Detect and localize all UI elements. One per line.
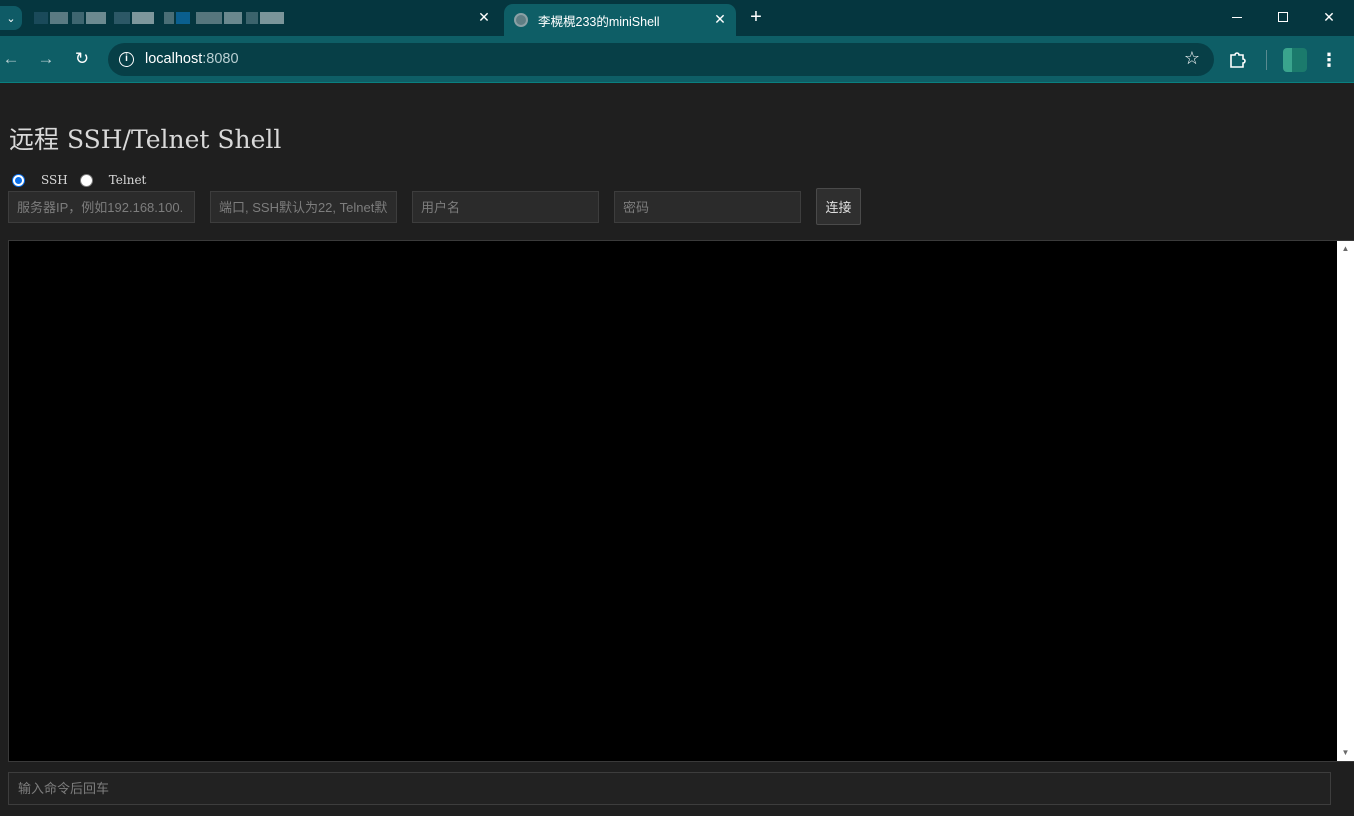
port-input[interactable] — [210, 191, 397, 223]
blurred-tab-title — [34, 11, 286, 25]
info-icon[interactable]: i — [119, 52, 134, 67]
blurred-block — [246, 12, 258, 24]
maximize-button[interactable] — [1260, 0, 1306, 34]
url-host: localhost — [145, 51, 203, 67]
close-icon[interactable]: ✕ — [712, 11, 728, 27]
blurred-block — [132, 12, 154, 24]
command-input[interactable] — [8, 772, 1331, 805]
blurred-block — [72, 12, 84, 24]
tab-title: 李榥榥233的miniShell — [538, 14, 660, 29]
puzzle-icon[interactable] — [1228, 49, 1248, 69]
blurred-block — [196, 12, 222, 24]
username-input[interactable] — [412, 191, 599, 223]
profile-avatar[interactable] — [1283, 48, 1307, 72]
window-close-button[interactable]: ✕ — [1306, 0, 1352, 34]
blurred-block — [224, 12, 242, 24]
toolbar-divider — [1266, 50, 1267, 70]
connect-button[interactable]: 连接 — [816, 188, 861, 225]
radio-ssh[interactable] — [12, 173, 25, 187]
scroll-down-icon[interactable]: ▼ — [1337, 745, 1354, 761]
blurred-block — [260, 12, 284, 24]
arrow-right-icon[interactable]: → — [35, 48, 57, 70]
url-port: :8080 — [202, 51, 239, 67]
tab-search-chevron-icon[interactable]: ⌄ — [0, 6, 22, 30]
reload-icon[interactable]: ↻ — [71, 48, 93, 70]
blurred-block — [86, 12, 106, 24]
page-title: 远程 SSH/Telnet Shell — [9, 125, 282, 154]
tab-inactive[interactable]: ✕ — [24, 4, 498, 32]
page-content: 远程 SSH/Telnet Shell SSH Telnet 连接 ▲ ▼ — [0, 84, 1354, 816]
new-tab-plus-icon[interactable]: + — [746, 7, 766, 27]
address-bar[interactable]: i localhost:8080 ☆ — [108, 43, 1214, 76]
globe-icon — [514, 13, 528, 27]
blurred-block — [176, 12, 190, 24]
arrow-left-icon[interactable]: ← — [0, 48, 22, 70]
password-input[interactable] — [614, 191, 801, 223]
url-text[interactable]: localhost:8080 — [145, 51, 239, 67]
tab-strip: ⌄ ✕ 李榥榥233的miniShell ✕ + ✕ — [0, 0, 1354, 36]
tab-active[interactable]: 李榥榥233的miniShell ✕ — [504, 4, 736, 36]
blurred-block — [34, 12, 48, 24]
scroll-up-icon[interactable]: ▲ — [1337, 241, 1354, 257]
terminal-output[interactable] — [8, 240, 1354, 762]
blurred-block — [164, 12, 174, 24]
browser-toolbar: ← → ↻ i localhost:8080 ☆ ⋮ — [0, 36, 1354, 83]
blurred-block — [50, 12, 68, 24]
more-vert-icon[interactable]: ⋮ — [1320, 49, 1338, 71]
close-icon[interactable]: ✕ — [476, 9, 492, 25]
radio-telnet[interactable] — [79, 173, 93, 187]
radio-ssh-label[interactable]: SSH — [41, 173, 68, 187]
terminal-scrollbar[interactable]: ▲ ▼ — [1337, 241, 1354, 761]
host-input[interactable] — [8, 191, 195, 223]
radio-telnet-label[interactable]: Telnet — [109, 173, 147, 187]
minimize-button[interactable] — [1214, 0, 1260, 34]
star-icon[interactable]: ☆ — [1184, 48, 1200, 69]
blurred-block — [114, 12, 130, 24]
protocol-selector: SSH Telnet — [12, 171, 158, 189]
